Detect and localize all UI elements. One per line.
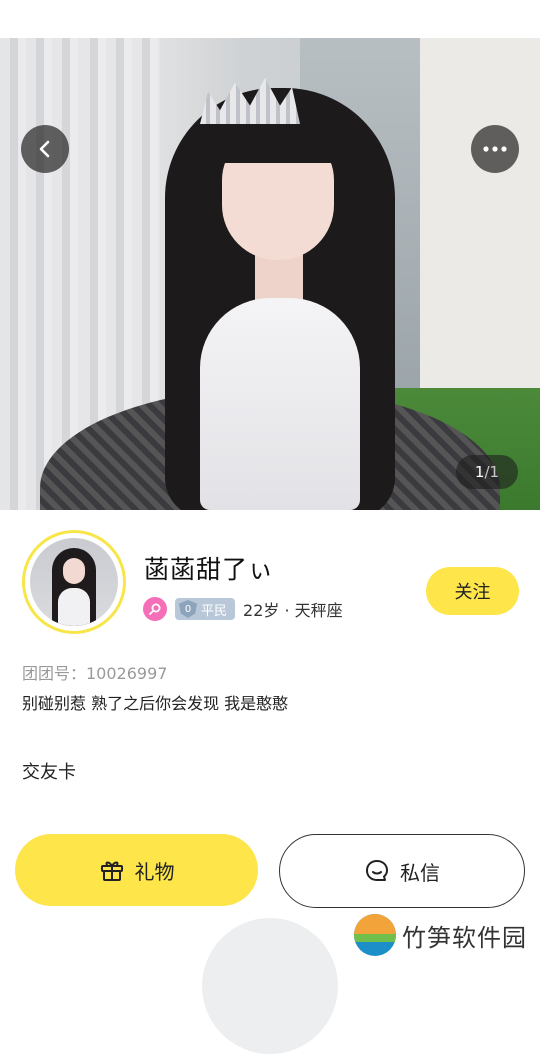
follow-button[interactable]: 关注 bbox=[426, 567, 519, 615]
more-dots-icon bbox=[483, 146, 507, 152]
avatar[interactable] bbox=[22, 530, 126, 634]
watermark-text: 竹笋软件园 bbox=[402, 923, 527, 952]
status-bar bbox=[0, 0, 540, 38]
age-zodiac: 22岁 · 天秤座 bbox=[243, 601, 343, 620]
chat-icon bbox=[366, 860, 388, 881]
back-button[interactable] bbox=[21, 125, 69, 173]
gift-label: 礼物 bbox=[134, 859, 175, 884]
nickname: 菡菡甜了ぃ bbox=[144, 555, 275, 584]
rank-badge: 0 平民 bbox=[175, 598, 236, 620]
profile-photo[interactable] bbox=[0, 38, 540, 510]
watermark: 竹笋软件园 bbox=[354, 912, 527, 958]
friend-card-title: 交友卡 bbox=[22, 762, 76, 783]
bio: 别碰别惹 熟了之后你会发现 我是憨憨 bbox=[22, 694, 289, 713]
message-button[interactable]: 私信 bbox=[279, 834, 525, 908]
female-icon bbox=[143, 597, 167, 621]
photo-counter-current: 1 bbox=[474, 463, 485, 481]
message-label: 私信 bbox=[400, 860, 440, 885]
photo-counter-total: /1 bbox=[484, 463, 500, 481]
rank-shield-icon: 0 bbox=[179, 600, 197, 618]
rank-label: 平民 bbox=[201, 603, 228, 619]
watermark-logo-icon bbox=[354, 914, 396, 956]
photo-wall bbox=[420, 38, 540, 398]
gift-icon bbox=[100, 861, 123, 881]
avatar-image bbox=[30, 538, 118, 626]
floating-circle-button[interactable] bbox=[202, 918, 338, 1054]
more-button[interactable] bbox=[471, 125, 519, 173]
photo-dress bbox=[200, 298, 360, 510]
user-id: 团团号：10026997 bbox=[22, 664, 168, 683]
gift-button[interactable]: 礼物 bbox=[15, 834, 258, 906]
avatar-face bbox=[63, 558, 85, 584]
avatar-dress bbox=[58, 588, 90, 626]
photo-counter: 1/1 bbox=[456, 455, 518, 489]
user-badges: 0 平民 22岁 · 天秤座 bbox=[143, 596, 343, 622]
chevron-left-icon bbox=[39, 140, 50, 158]
